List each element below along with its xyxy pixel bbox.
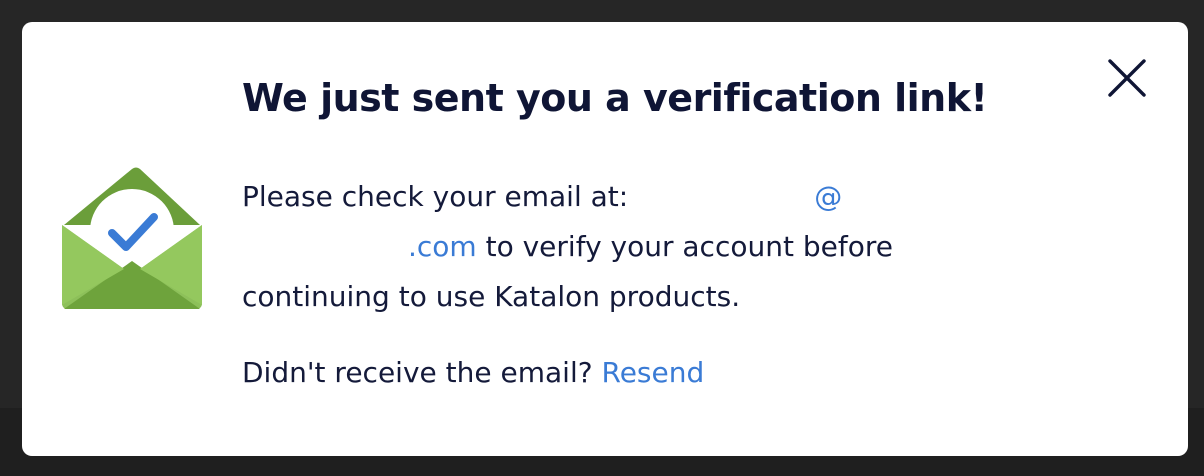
- message-suffix: to verify your account before continuing…: [242, 230, 893, 313]
- resend-row: Didn't receive the email? Resend: [242, 348, 704, 398]
- close-button[interactable]: [1104, 55, 1150, 101]
- verification-dialog: We just sent you a verification link! Pl…: [22, 22, 1188, 456]
- message-prefix: Please check your email at:: [242, 180, 629, 213]
- dialog-message: Please check your email at: @ .com to veri…: [242, 172, 942, 322]
- email-tld: .com: [408, 230, 477, 263]
- dialog-title: We just sent you a verification link!: [242, 76, 988, 120]
- email-at-sign: @: [814, 180, 843, 213]
- resend-prompt: Didn't receive the email?: [242, 356, 593, 389]
- resend-link[interactable]: Resend: [602, 356, 705, 389]
- envelope-check-icon: [60, 165, 204, 311]
- close-icon: [1108, 59, 1146, 97]
